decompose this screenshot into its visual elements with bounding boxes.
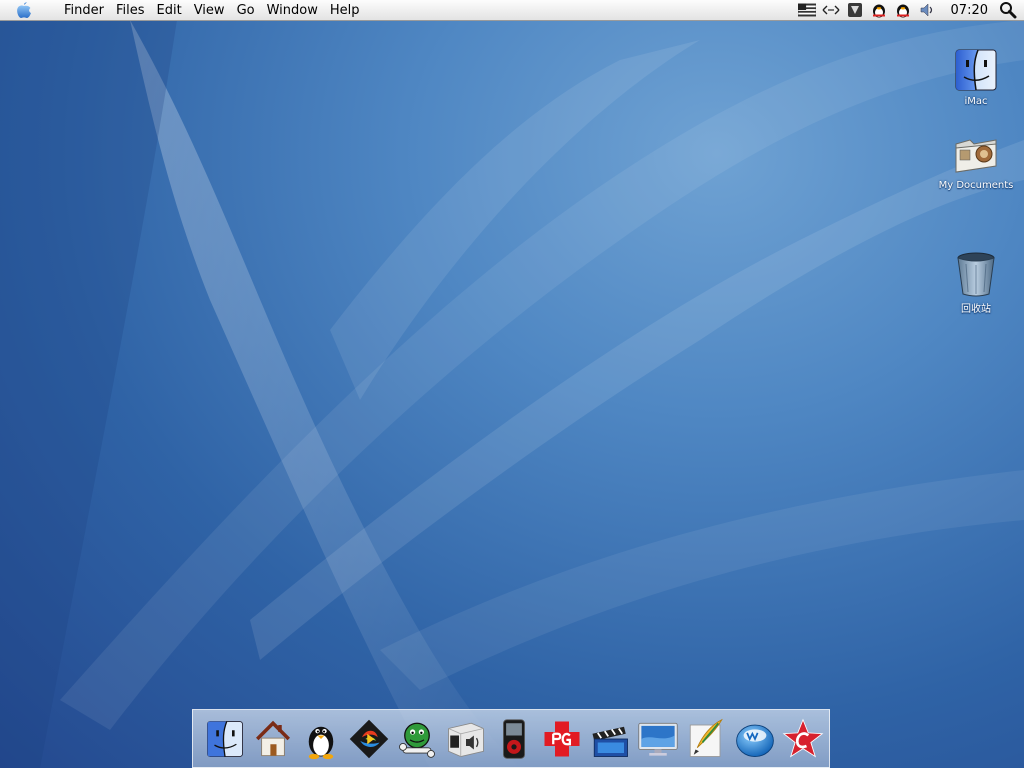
trash-can-icon bbox=[952, 250, 1000, 298]
menu-bar: Finder Files Edit View Go Window Help 07… bbox=[0, 0, 1024, 21]
dock-game-character-icon[interactable] bbox=[396, 717, 440, 761]
desktop-icon-label: My Documents bbox=[938, 180, 1014, 191]
magnifier-icon[interactable] bbox=[999, 2, 1017, 19]
dock-tux-penguin-icon[interactable] bbox=[299, 717, 343, 761]
dock-w-button-icon[interactable] bbox=[733, 717, 777, 761]
dock-monitor-icon[interactable] bbox=[636, 717, 680, 761]
desktop-icon-label: 回收站 bbox=[961, 304, 991, 315]
desktop-icon-imac[interactable]: iMac bbox=[936, 46, 1016, 107]
dock-red-star-c-icon[interactable] bbox=[781, 717, 825, 761]
menu-help[interactable]: Help bbox=[324, 0, 366, 21]
dock-speaker-box-icon[interactable] bbox=[444, 717, 488, 761]
documents-folder-icon bbox=[952, 130, 1000, 178]
network-arrows-icon[interactable] bbox=[822, 2, 840, 18]
clock[interactable]: 07:20 bbox=[951, 3, 988, 18]
dock-feather-quill-icon[interactable] bbox=[685, 717, 729, 761]
dock bbox=[192, 709, 830, 768]
shield-icon[interactable] bbox=[846, 2, 864, 18]
finder-face-icon bbox=[952, 46, 1000, 94]
dock-mp3-player-icon[interactable] bbox=[492, 717, 536, 761]
qq-penguin-icon[interactable] bbox=[870, 2, 888, 18]
dock-media-player-icon[interactable] bbox=[347, 717, 391, 761]
desktop-icon-trash[interactable]: 回收站 bbox=[936, 250, 1016, 315]
desktop-icon-label: iMac bbox=[964, 96, 988, 107]
menu-finder[interactable]: Finder bbox=[58, 0, 110, 21]
menu-view[interactable]: View bbox=[188, 0, 231, 21]
dock-pg-cross-icon[interactable] bbox=[540, 717, 584, 761]
menu-go[interactable]: Go bbox=[231, 0, 261, 21]
volume-speaker-icon[interactable] bbox=[918, 2, 936, 18]
dock-finder-icon[interactable] bbox=[203, 717, 247, 761]
qq-penguin-icon[interactable] bbox=[894, 2, 912, 18]
menu-edit[interactable]: Edit bbox=[151, 0, 188, 21]
desktop-icon-my-documents[interactable]: My Documents bbox=[936, 130, 1016, 191]
menu-files[interactable]: Files bbox=[110, 0, 151, 21]
menubar-tray: 07:20 bbox=[795, 0, 1024, 21]
desktop[interactable] bbox=[0, 0, 1024, 768]
dock-movie-clapper-icon[interactable] bbox=[588, 717, 632, 761]
apple-logo-icon[interactable] bbox=[12, 0, 36, 21]
dock-home-icon[interactable] bbox=[251, 717, 295, 761]
menu-window[interactable]: Window bbox=[261, 0, 324, 21]
us-flag-icon[interactable] bbox=[797, 2, 816, 18]
background-waves bbox=[0, 0, 1024, 768]
